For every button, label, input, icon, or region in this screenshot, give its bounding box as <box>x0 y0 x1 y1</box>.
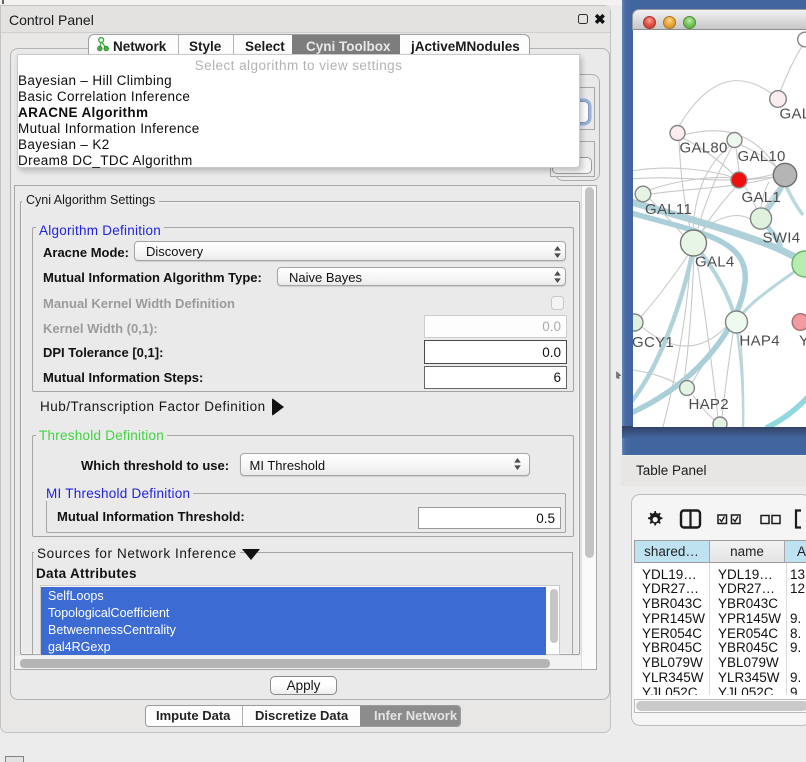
svg-text:GAL1: GAL1 <box>741 189 781 206</box>
svg-text:HAP2: HAP2 <box>688 396 728 413</box>
svg-text:GCY1: GCY1 <box>633 334 674 351</box>
svg-text:GAL80: GAL80 <box>679 140 727 157</box>
svg-text:SWI4: SWI4 <box>762 230 800 247</box>
svg-text:GAL4: GAL4 <box>695 254 735 271</box>
svg-text:GAL7: GAL7 <box>779 106 806 123</box>
svg-text:Y: Y <box>799 333 806 350</box>
svg-text:GAL10: GAL10 <box>737 148 785 165</box>
svg-text:HAP4: HAP4 <box>739 333 779 350</box>
svg-text:GAL11: GAL11 <box>645 201 692 218</box>
